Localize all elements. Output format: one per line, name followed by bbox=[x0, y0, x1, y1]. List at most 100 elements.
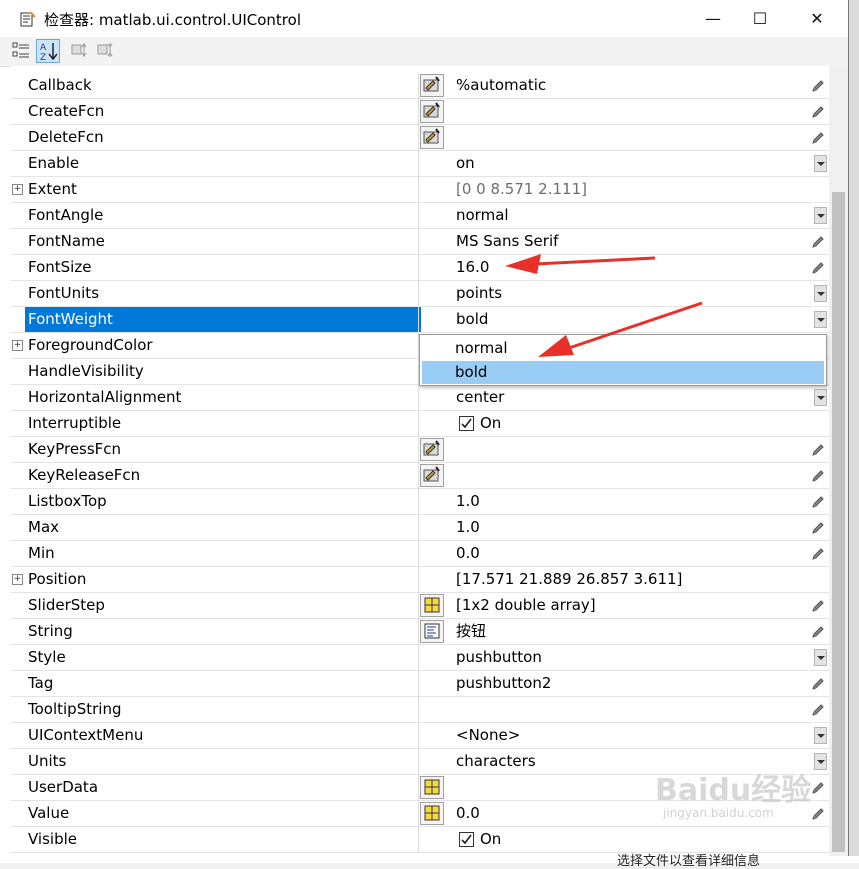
property-value[interactable]: 按钮 bbox=[456, 619, 486, 644]
pencil-icon[interactable] bbox=[811, 105, 825, 119]
property-name[interactable]: KeyPressFcn bbox=[25, 437, 421, 462]
property-value[interactable]: pushbutton2 bbox=[456, 671, 551, 696]
vertical-scrollbar[interactable] bbox=[829, 66, 848, 856]
property-name[interactable]: DeleteFcn bbox=[25, 125, 421, 150]
pencil-icon[interactable] bbox=[811, 79, 825, 93]
dropdown-arrow-icon[interactable] bbox=[814, 155, 827, 172]
property-name[interactable]: Position bbox=[25, 567, 421, 592]
pencil-icon[interactable] bbox=[811, 599, 825, 613]
property-name[interactable]: Tag bbox=[25, 671, 421, 696]
pencil-icon[interactable] bbox=[811, 807, 825, 821]
property-value[interactable]: 16.0 bbox=[456, 255, 489, 280]
property-value[interactable]: bold bbox=[456, 307, 488, 332]
property-name[interactable]: ListboxTop bbox=[25, 489, 421, 514]
property-row-createfcn[interactable]: CreateFcn bbox=[11, 99, 829, 125]
pencil-icon[interactable] bbox=[811, 261, 825, 275]
checkbox[interactable] bbox=[459, 832, 474, 847]
property-row-uicontextmenu[interactable]: UIContextMenu <None> bbox=[11, 723, 829, 749]
property-name[interactable]: Interruptible bbox=[25, 411, 421, 436]
array-editor-icon[interactable] bbox=[420, 594, 444, 617]
dropdown-arrow-icon[interactable] bbox=[814, 389, 827, 406]
pencil-icon[interactable] bbox=[811, 469, 825, 483]
property-value[interactable]: %automatic bbox=[456, 73, 546, 98]
property-row-extent[interactable]: + Extent [0 0 8.571 2.111] bbox=[11, 177, 829, 203]
property-name[interactable]: ForegroundColor bbox=[25, 333, 421, 358]
callback-editor-icon[interactable] bbox=[420, 464, 444, 487]
callback-editor-icon[interactable] bbox=[420, 126, 444, 149]
expand-icon[interactable]: + bbox=[12, 574, 23, 585]
property-name[interactable]: Extent bbox=[25, 177, 421, 202]
minimize-button[interactable]: — bbox=[690, 0, 736, 37]
property-value[interactable]: [17.571 21.889 26.857 3.611] bbox=[456, 567, 682, 592]
categorized-view-icon[interactable] bbox=[10, 39, 34, 63]
pencil-icon[interactable] bbox=[811, 235, 825, 249]
dropdown-arrow-icon[interactable] bbox=[814, 207, 827, 224]
property-value[interactable]: characters bbox=[456, 749, 536, 774]
dropdown-option-bold[interactable]: bold bbox=[422, 361, 824, 384]
property-name[interactable]: TooltipString bbox=[25, 697, 421, 722]
property-name[interactable]: Callback bbox=[25, 73, 421, 98]
property-row-keypressfcn[interactable]: KeyPressFcn bbox=[11, 437, 829, 463]
property-row-tag[interactable]: Tag pushbutton2 bbox=[11, 671, 829, 697]
property-row-fontweight[interactable]: FontWeight bold bbox=[11, 307, 829, 333]
property-name[interactable]: SliderStep bbox=[25, 593, 421, 618]
callback-editor-icon[interactable] bbox=[420, 74, 444, 97]
property-value[interactable]: points bbox=[456, 281, 502, 306]
property-name[interactable]: String bbox=[25, 619, 421, 644]
maximize-button[interactable]: ☐ bbox=[737, 0, 783, 37]
property-name[interactable]: Units bbox=[25, 749, 421, 774]
property-row-fontangle[interactable]: FontAngle normal bbox=[11, 203, 829, 229]
property-row-fontunits[interactable]: FontUnits points bbox=[11, 281, 829, 307]
property-name[interactable]: UserData bbox=[25, 775, 421, 800]
collapse-all-icon[interactable] bbox=[96, 39, 120, 63]
property-value[interactable]: [1x2 double array] bbox=[456, 593, 596, 618]
property-row-enable[interactable]: Enable on bbox=[11, 151, 829, 177]
property-value[interactable]: 1.0 bbox=[456, 515, 480, 540]
property-name[interactable]: HorizontalAlignment bbox=[25, 385, 421, 410]
callback-editor-icon[interactable] bbox=[420, 100, 444, 123]
pencil-icon[interactable] bbox=[811, 625, 825, 639]
callback-editor-icon[interactable] bbox=[420, 438, 444, 461]
pencil-icon[interactable] bbox=[811, 495, 825, 509]
property-value[interactable]: on bbox=[456, 151, 475, 176]
property-row-fontname[interactable]: FontName MS Sans Serif bbox=[11, 229, 829, 255]
property-value[interactable]: 0.0 bbox=[456, 801, 480, 826]
property-row-tooltipstring[interactable]: TooltipString bbox=[11, 697, 829, 723]
property-row-callback[interactable]: Callback %automatic bbox=[11, 73, 829, 99]
property-name[interactable]: Enable bbox=[25, 151, 421, 176]
dropdown-arrow-icon[interactable] bbox=[814, 285, 827, 302]
property-name[interactable]: FontAngle bbox=[25, 203, 421, 228]
property-value[interactable]: 1.0 bbox=[456, 489, 480, 514]
property-name[interactable]: Min bbox=[25, 541, 421, 566]
text-editor-icon[interactable] bbox=[420, 620, 444, 643]
property-name[interactable]: FontWeight bbox=[25, 307, 421, 332]
dropdown-arrow-icon[interactable] bbox=[814, 649, 827, 666]
close-button[interactable]: ✕ bbox=[794, 0, 840, 37]
property-row-position[interactable]: + Position [17.571 21.889 26.857 3.611] bbox=[11, 567, 829, 593]
property-row-interruptible[interactable]: Interruptible On bbox=[11, 411, 829, 437]
property-row-max[interactable]: Max 1.0 bbox=[11, 515, 829, 541]
property-name[interactable]: UIContextMenu bbox=[25, 723, 421, 748]
property-value[interactable]: pushbutton bbox=[456, 645, 542, 670]
property-value[interactable]: center bbox=[456, 385, 504, 410]
property-name[interactable]: Style bbox=[25, 645, 421, 670]
pencil-icon[interactable] bbox=[811, 677, 825, 691]
dropdown-arrow-icon[interactable] bbox=[814, 727, 827, 744]
property-row-string[interactable]: String 按钮 bbox=[11, 619, 829, 645]
property-row-horizontalalignment[interactable]: HorizontalAlignment center bbox=[11, 385, 829, 411]
property-value[interactable]: normal bbox=[456, 203, 509, 228]
property-row-listboxtop[interactable]: ListboxTop 1.0 bbox=[11, 489, 829, 515]
expand-icon[interactable]: + bbox=[12, 340, 23, 351]
pencil-icon[interactable] bbox=[811, 703, 825, 717]
property-row-deletefcn[interactable]: DeleteFcn bbox=[11, 125, 829, 151]
property-name[interactable]: CreateFcn bbox=[25, 99, 421, 124]
scrollbar-thumb[interactable] bbox=[832, 192, 845, 852]
array-editor-icon[interactable] bbox=[420, 776, 444, 799]
property-name[interactable]: FontName bbox=[25, 229, 421, 254]
property-row-sliderstep[interactable]: SliderStep [1x2 double array] bbox=[11, 593, 829, 619]
property-value[interactable]: [0 0 8.571 2.111] bbox=[456, 177, 587, 202]
property-name[interactable]: Max bbox=[25, 515, 421, 540]
pencil-icon[interactable] bbox=[811, 443, 825, 457]
property-value[interactable]: MS Sans Serif bbox=[456, 229, 558, 254]
pencil-icon[interactable] bbox=[811, 521, 825, 535]
